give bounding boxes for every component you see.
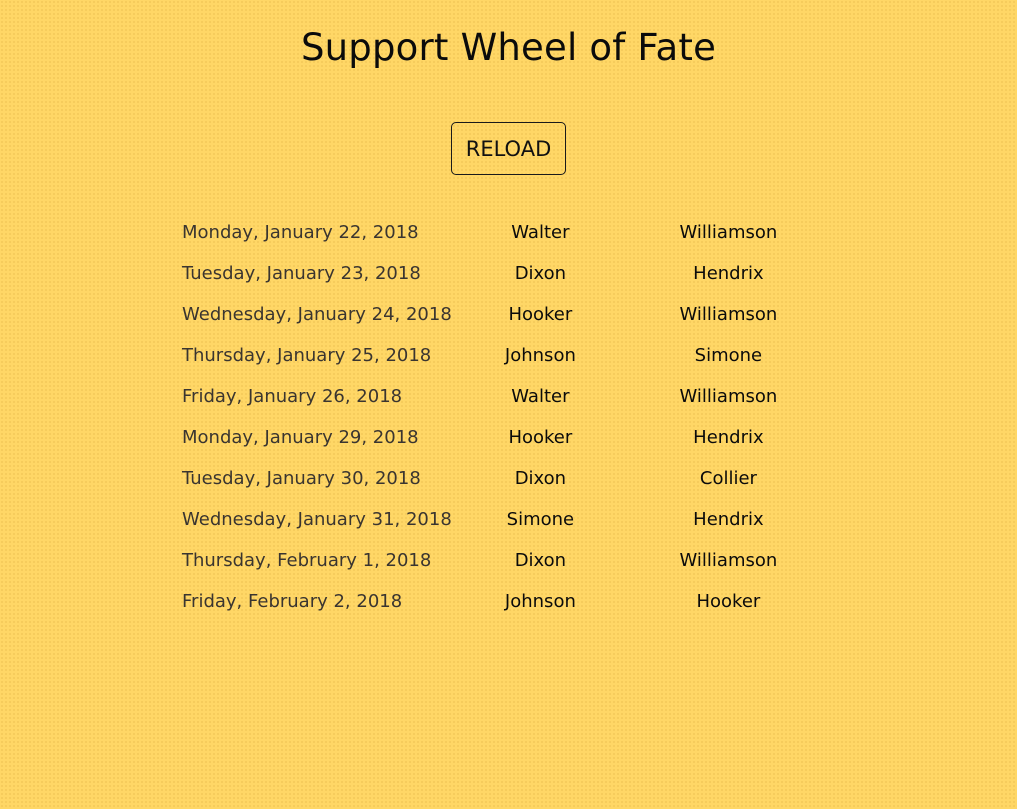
first-engineer: Dixon — [514, 550, 567, 571]
second-engineer: Simone — [694, 345, 763, 366]
first-engineer: Hooker — [508, 304, 573, 325]
second-engineer: Williamson — [679, 304, 778, 325]
page: Support Wheel of Fate RELOAD Monday, Jan… — [0, 0, 1017, 809]
first-engineer: Dixon — [514, 263, 567, 284]
schedule-row: Thursday, January 25, 2018 Johnson Simon… — [182, 335, 842, 376]
schedule-row: Monday, January 29, 2018 Hooker Hendrix — [182, 417, 842, 458]
schedule-row: Monday, January 22, 2018 Walter Williams… — [182, 212, 842, 253]
second-engineer: Hooker — [696, 591, 761, 612]
schedule-row: Thursday, February 1, 2018 Dixon William… — [182, 540, 842, 581]
second-engineer: Hendrix — [693, 509, 764, 530]
first-engineer: Walter — [511, 386, 570, 407]
first-engineer: Johnson — [504, 345, 576, 366]
schedule-date: Wednesday, January 31, 2018 — [182, 509, 452, 530]
schedule-date: Friday, February 2, 2018 — [182, 591, 403, 612]
page-title: Support Wheel of Fate — [300, 26, 717, 69]
second-engineer: Williamson — [679, 386, 778, 407]
first-engineer: Hooker — [508, 427, 573, 448]
second-engineer: Collier — [699, 468, 757, 489]
first-engineer: Simone — [506, 509, 575, 530]
schedule-row: Friday, January 26, 2018 Walter Williams… — [182, 376, 842, 417]
schedule-date: Monday, January 29, 2018 — [182, 427, 419, 448]
schedule-date: Thursday, January 25, 2018 — [182, 345, 432, 366]
schedule-table: Monday, January 22, 2018 Walter Williams… — [182, 212, 842, 622]
first-engineer: Dixon — [514, 468, 567, 489]
schedule-date: Wednesday, January 24, 2018 — [182, 304, 452, 325]
schedule-row: Wednesday, January 24, 2018 Hooker Willi… — [182, 294, 842, 335]
schedule-date: Thursday, February 1, 2018 — [182, 550, 432, 571]
second-engineer: Williamson — [679, 222, 778, 243]
second-engineer: Hendrix — [693, 427, 764, 448]
reload-button[interactable]: RELOAD — [451, 122, 566, 175]
schedule-date: Tuesday, January 30, 2018 — [182, 468, 421, 489]
second-engineer: Hendrix — [693, 263, 764, 284]
second-engineer: Williamson — [679, 550, 778, 571]
schedule-row: Tuesday, January 30, 2018 Dixon Collier — [182, 458, 842, 499]
first-engineer: Johnson — [504, 591, 576, 612]
schedule-date: Tuesday, January 23, 2018 — [182, 263, 421, 284]
schedule-row: Friday, February 2, 2018 Johnson Hooker — [182, 581, 842, 622]
first-engineer: Walter — [511, 222, 570, 243]
schedule-date: Monday, January 22, 2018 — [182, 222, 419, 243]
schedule-row: Tuesday, January 23, 2018 Dixon Hendrix — [182, 253, 842, 294]
schedule-date: Friday, January 26, 2018 — [182, 386, 403, 407]
schedule-row: Wednesday, January 31, 2018 Simone Hendr… — [182, 499, 842, 540]
